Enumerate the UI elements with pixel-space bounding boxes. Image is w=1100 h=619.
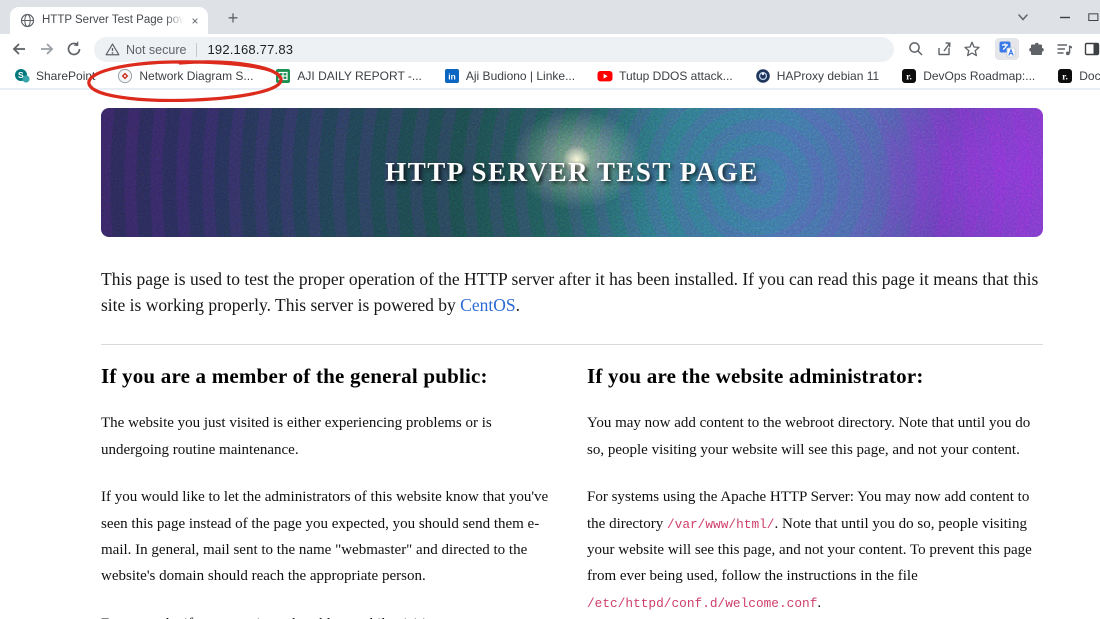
youtube-icon: [597, 68, 613, 84]
translate-icon[interactable]: [995, 38, 1019, 60]
bookmark-aji-daily-report[interactable]: AJI DAILY REPORT -...: [275, 68, 422, 84]
svg-text:r.: r.: [1062, 73, 1068, 83]
roadmap-icon: r.: [1057, 68, 1073, 84]
window-maximize-icon[interactable]: [1086, 0, 1100, 34]
bookmark-haproxy[interactable]: HAProxy debian 11: [755, 68, 880, 84]
haproxy-icon: [755, 68, 771, 84]
intro-text-end: .: [515, 294, 520, 315]
side-panel-icon[interactable]: [1080, 38, 1100, 60]
svg-text:in: in: [448, 71, 455, 81]
admin-p2-text: .: [817, 594, 822, 611]
bookmark-label: Docker Roadmap -...: [1079, 69, 1100, 83]
svg-text:r.: r.: [906, 73, 912, 83]
linkedin-icon: in: [444, 68, 460, 84]
reload-icon[interactable]: [64, 39, 84, 59]
banner-title: HTTP SERVER TEST PAGE: [385, 157, 759, 187]
forward-icon[interactable]: [37, 39, 57, 59]
tab-close-icon[interactable]: ×: [187, 13, 203, 29]
tab-title: HTTP Server Test Page powered: [42, 13, 187, 28]
tab-search-chevron-icon[interactable]: [1008, 0, 1038, 34]
globe-favicon-icon: [19, 13, 35, 29]
bookmark-devops-roadmap[interactable]: r. DevOps Roadmap:...: [901, 68, 1035, 84]
public-heading: If you are a member of the general publi…: [101, 364, 488, 389]
bookmark-label: DevOps Roadmap:...: [923, 69, 1036, 83]
bookmark-label: Aji Budiono | Linke...: [465, 69, 576, 83]
address-bar[interactable]: Not secure 192.168.77.83: [94, 37, 894, 62]
bookmark-network-diagram[interactable]: Network Diagram S...: [117, 68, 253, 84]
divider-rule: [101, 344, 1043, 346]
code-path-webroot: /var/www/html/: [666, 516, 775, 532]
bookmark-label: AJI DAILY REPORT -...: [297, 69, 422, 83]
network-diagram-icon: [117, 68, 133, 84]
google-sheets-icon: [275, 68, 291, 84]
roadmap-icon: r.: [901, 68, 917, 84]
bookmark-docker-roadmap[interactable]: r. Docker Roadmap -...: [1057, 68, 1100, 84]
web-page: HTTP SERVER TEST PAGE This page is used …: [0, 90, 1100, 619]
intro-paragraph: This page is used to test the proper ope…: [101, 267, 1043, 318]
search-icon[interactable]: [904, 38, 928, 60]
extensions-puzzle-icon[interactable]: [1024, 38, 1048, 60]
window-minimize-icon[interactable]: [1050, 0, 1080, 34]
share-icon[interactable]: [932, 38, 956, 60]
new-tab-button[interactable]: +: [221, 6, 245, 30]
admin-heading: If you are the website administrator:: [587, 364, 924, 389]
bookmark-sharepoint[interactable]: S SharePoint: [14, 68, 95, 84]
test-page-banner: HTTP SERVER TEST PAGE: [101, 108, 1043, 237]
bookmark-label: Network Diagram S...: [139, 69, 254, 83]
security-label[interactable]: Not secure: [126, 43, 186, 57]
code-path-welcome-conf: /etc/httpd/conf.d/welcome.conf: [587, 595, 818, 611]
centos-link[interactable]: CentOS: [460, 295, 515, 315]
sharepoint-icon: S: [14, 68, 30, 84]
url-text[interactable]: 192.168.77.83: [207, 42, 293, 57]
omnibox-divider: [196, 42, 198, 57]
bookmark-label: Tutup DDOS attack...: [619, 69, 733, 83]
media-controls-icon[interactable]: [1052, 38, 1076, 60]
bookmark-star-icon[interactable]: [960, 38, 984, 60]
administrator-column: If you are the website administrator: Yo…: [587, 347, 1043, 619]
public-paragraph-1: The website you just visited is either e…: [101, 415, 492, 458]
admin-paragraph-2: For systems using the Apache HTTP Server…: [587, 484, 1043, 616]
public-paragraph-3: For example, if you experienced problems…: [101, 611, 557, 619]
public-paragraph-2: If you would like to let the administrat…: [101, 489, 549, 585]
back-icon[interactable]: [9, 39, 29, 59]
svg-text:S: S: [18, 70, 24, 80]
browser-toolbar: Not secure 192.168.77.83: [0, 34, 1100, 102]
browser-tab[interactable]: HTTP Server Test Page powered ×: [10, 7, 208, 34]
not-secure-warning-icon[interactable]: [105, 42, 120, 57]
general-public-column: If you are a member of the general publi…: [101, 347, 557, 619]
bookmark-youtube[interactable]: Tutup DDOS attack...: [597, 68, 733, 84]
bookmark-label: SharePoint: [36, 69, 96, 83]
tab-strip: HTTP Server Test Page powered × +: [0, 0, 1100, 34]
admin-paragraph-1: You may now add content to the webroot d…: [587, 415, 1031, 458]
bookmark-label: HAProxy debian 11: [776, 69, 880, 83]
bookmark-linkedin[interactable]: in Aji Budiono | Linke...: [444, 68, 575, 84]
bookmarks-bar: S SharePoint Network Diagram S... AJI DA…: [0, 64, 1100, 90]
intro-text: This page is used to test the proper ope…: [101, 269, 1039, 315]
